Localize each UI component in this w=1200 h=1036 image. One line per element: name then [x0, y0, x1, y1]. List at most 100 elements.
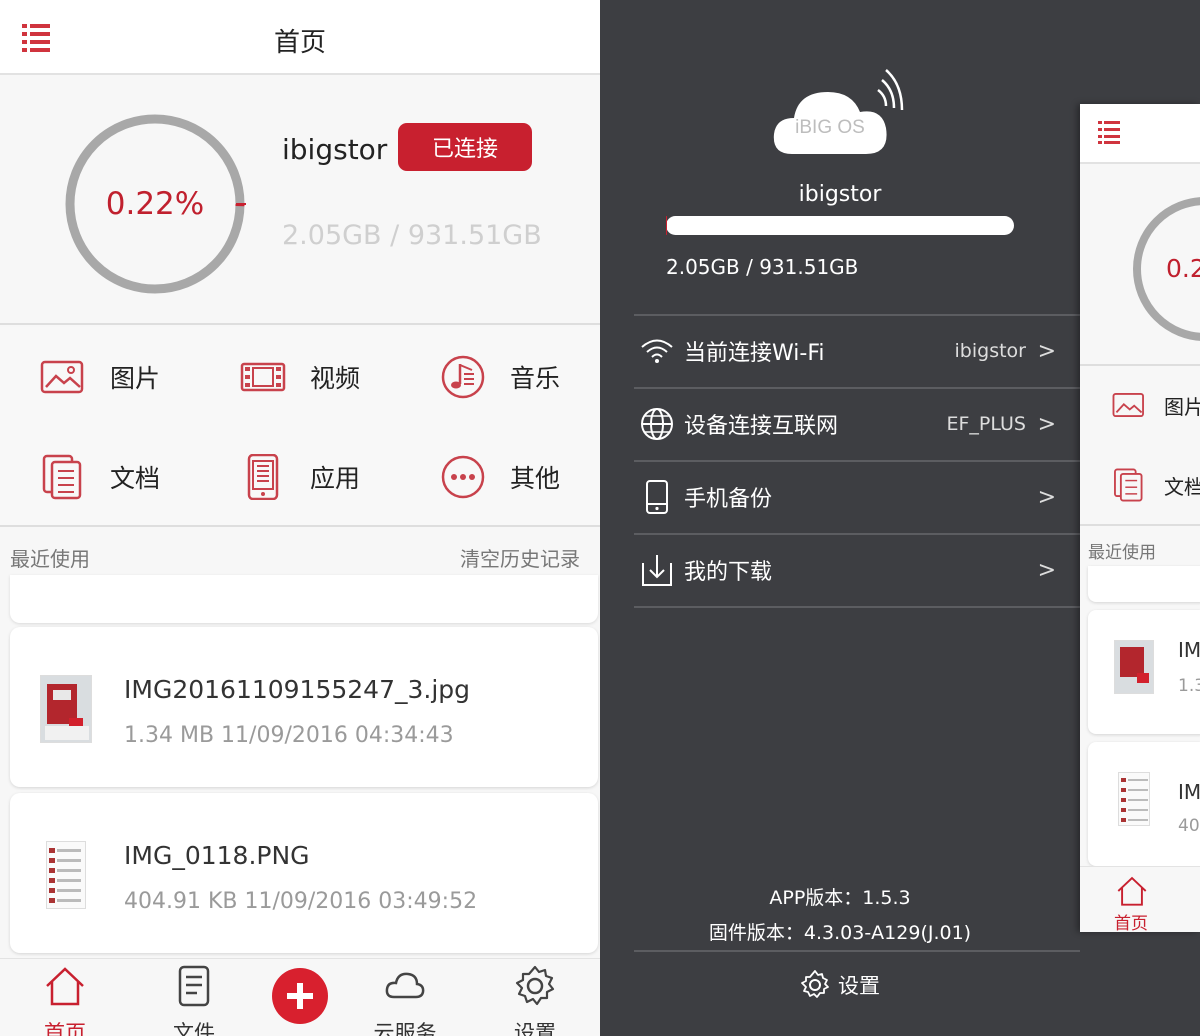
peek-tab-home[interactable]: 首页 [1080, 866, 1200, 932]
footer-divider [634, 950, 1080, 952]
usage-percent: 0.22% [105, 186, 205, 222]
peek-file-card-partial [1088, 566, 1200, 602]
file-icon [178, 965, 210, 1007]
peek-file-meta: 40 [1178, 816, 1200, 836]
peek-file-name: IM [1178, 780, 1200, 804]
gear-icon [801, 970, 829, 998]
photo-thumbnail-icon [1115, 641, 1153, 693]
image-icon [40, 360, 84, 394]
home-icon [46, 967, 84, 1006]
firmware-version: 固件版本：4.3.03-A129(J.01) [708, 922, 972, 944]
category-videos[interactable]: 视频 [240, 347, 360, 407]
category-label: 图片 [110, 364, 161, 393]
peek-category-documents[interactable]: 文档 [1112, 468, 1200, 502]
screenshot-thumbnail-icon [1119, 773, 1149, 825]
top-bar: 首页 [0, 0, 600, 75]
menu-item-label: 我的下载 [684, 560, 773, 585]
file-thumbnail [40, 675, 92, 743]
peek-divider [1080, 524, 1200, 526]
wifi-icon [641, 339, 673, 363]
screenshot-thumbnail-icon [47, 842, 85, 908]
menu-item-phone-backup[interactable]: 手机备份 > [634, 460, 1080, 532]
peek-file-card[interactable]: IM 40 [1088, 742, 1200, 866]
chevron-right-icon: > [1037, 557, 1056, 583]
file-name: IMG_0118.PNG [124, 841, 310, 870]
peek-category-label: 图片 [1164, 394, 1200, 419]
recent-title: 最近使用 [10, 547, 90, 571]
phone-app-icon [247, 454, 279, 500]
menu-divider [634, 606, 1080, 608]
category-label: 文档 [110, 464, 161, 493]
chevron-right-icon: > [1037, 411, 1056, 437]
menu-item-value: ibigstor [954, 340, 1026, 362]
home-icon [1117, 876, 1147, 906]
menu-item-label: 手机备份 [684, 487, 773, 512]
storage-progress-fill [666, 216, 667, 235]
gear-icon [515, 965, 555, 1006]
peek-divider [1080, 364, 1200, 366]
globe-icon [641, 408, 673, 440]
storage-progress-bar [666, 216, 1014, 235]
tab-settings[interactable]: 设置 [490, 965, 580, 1036]
peek-file-name: IM [1178, 638, 1200, 662]
chevron-right-icon: > [1037, 338, 1056, 364]
main-screen-peek[interactable]: 0.2 图片 文档 最近使用 IM 1.3 IM 40 首页 [1080, 104, 1200, 932]
category-grid: 图片 视频 音乐 文档 应用 其他 [0, 327, 600, 527]
peek-category-label: 文档 [1164, 474, 1200, 499]
menu-item-internet[interactable]: 设备连接互联网 EF_PLUS > [634, 387, 1080, 459]
menu-item-wifi[interactable]: 当前连接Wi-Fi ibigstor > [634, 314, 1080, 386]
peek-category-images[interactable]: 图片 [1112, 388, 1200, 422]
tab-cloud[interactable]: 云服务 [360, 965, 450, 1036]
file-meta: 404.91 KB 11/09/2016 03:49:52 [124, 889, 478, 914]
logo-text: iBIG OS [795, 117, 865, 138]
photo-thumbnail-icon [41, 676, 91, 742]
recent-header: 最近使用 清空历史记录 [0, 529, 600, 581]
device-name: ibigstor [282, 133, 388, 166]
category-apps[interactable]: 应用 [240, 447, 360, 507]
clear-history-link[interactable]: 清空历史记录 [460, 543, 580, 572]
peek-thumbnail [1114, 640, 1154, 694]
music-icon [441, 355, 485, 399]
tab-files[interactable]: 文件 [149, 965, 239, 1036]
menu-item-downloads[interactable]: 我的下载 > [634, 533, 1080, 605]
menu-item-label: 设备连接互联网 [684, 414, 839, 439]
category-label: 其他 [510, 464, 561, 493]
category-documents[interactable]: 文档 [40, 447, 160, 507]
drawer-device-name: ibigstor [798, 182, 882, 207]
more-icon [441, 455, 485, 499]
menu-item-label: 当前连接Wi-Fi [684, 341, 825, 366]
recent-file-card[interactable]: IMG20161109155247_3.jpg 1.34 MB 11/09/20… [10, 627, 598, 787]
peek-thumbnail [1118, 772, 1150, 826]
tab-label: 云服务 [373, 1021, 437, 1036]
plus-icon [287, 983, 313, 1009]
tab-label: 文件 [173, 1021, 215, 1036]
category-other[interactable]: 其他 [440, 447, 560, 507]
category-label: 视频 [310, 364, 361, 393]
peek-file-card[interactable]: IM 1.3 [1088, 610, 1200, 734]
list-menu-icon[interactable] [1098, 120, 1120, 144]
file-thumbnail [46, 841, 86, 909]
tab-label: 设置 [514, 1021, 556, 1036]
category-images[interactable]: 图片 [40, 347, 160, 407]
file-card-partial[interactable] [10, 575, 598, 623]
add-button[interactable] [272, 968, 328, 1024]
recent-file-card[interactable]: IMG_0118.PNG 404.91 KB 11/09/2016 03:49:… [10, 793, 598, 953]
file-name: IMG20161109155247_3.jpg [124, 675, 471, 704]
download-icon [642, 555, 672, 586]
video-icon [240, 362, 286, 392]
connected-status-button[interactable]: 已连接 [398, 123, 532, 171]
storage-usage-text: 2.05GB / 931.51GB [282, 220, 542, 251]
drawer-settings-button[interactable]: 设置 [600, 970, 1080, 1000]
document-icon [42, 454, 82, 500]
chevron-right-icon: > [1037, 484, 1056, 510]
category-music[interactable]: 音乐 [440, 347, 560, 407]
peek-top-bar [1080, 104, 1200, 164]
category-label: 音乐 [510, 364, 561, 393]
storage-panel: 0.22% ibigstor 已连接 2.05GB / 931.51GB [0, 77, 600, 325]
peek-recent-title: 最近使用 [1088, 543, 1156, 563]
tab-home[interactable]: 首页 [20, 965, 110, 1036]
document-icon [1114, 468, 1143, 502]
app-version: APP版本：1.5.3 [769, 887, 911, 909]
peek-file-meta: 1.3 [1178, 676, 1200, 696]
cloud-logo: iBIG OS [773, 69, 904, 154]
